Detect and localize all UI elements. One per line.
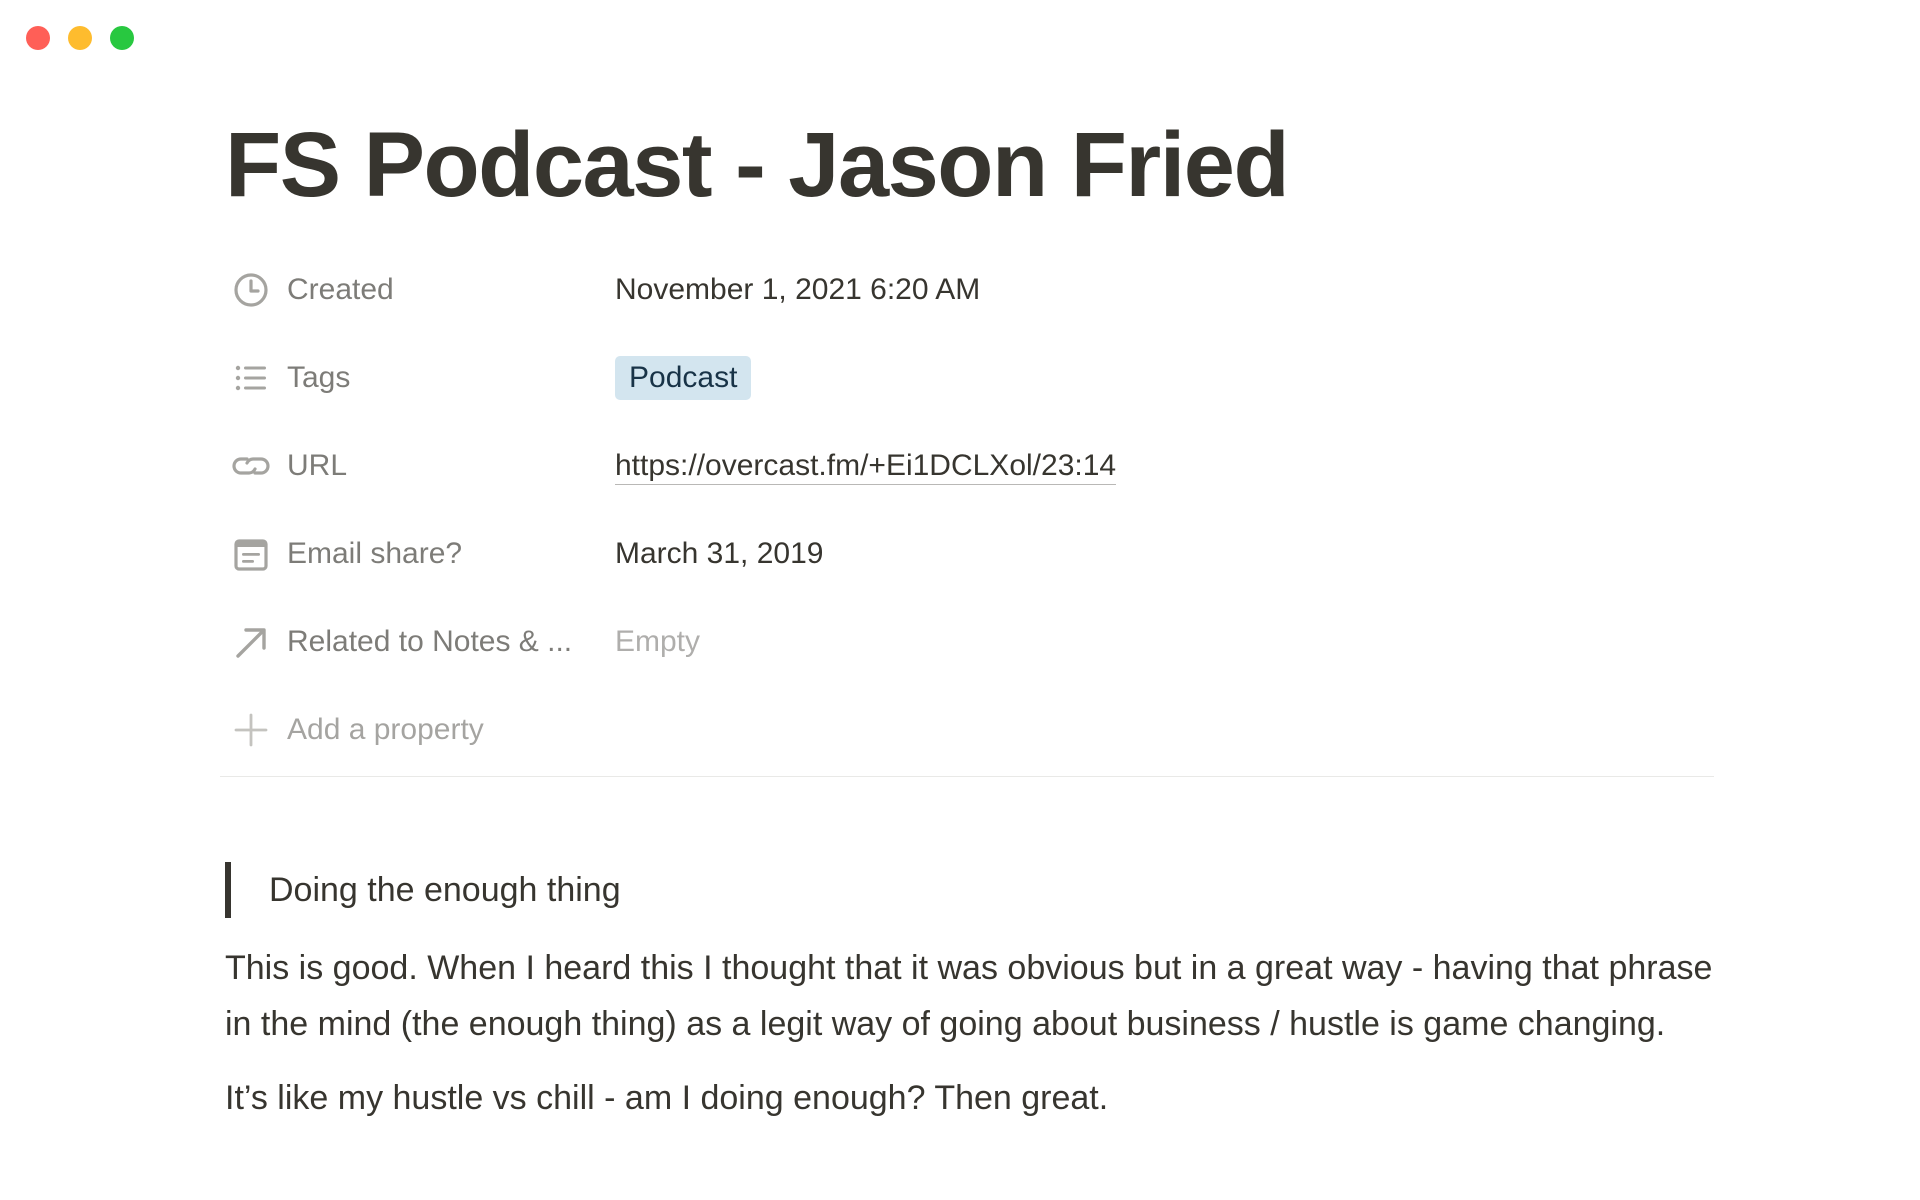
property-label: URL xyxy=(287,449,348,482)
paragraph-block[interactable]: This is good. When I heard this I though… xyxy=(225,940,1715,1052)
property-value-email-share[interactable]: March 31, 2019 xyxy=(615,537,823,571)
property-label: Created xyxy=(287,273,394,306)
property-value-created: November 1, 2021 6:20 AM xyxy=(615,273,981,306)
link-icon xyxy=(231,446,271,486)
tag-podcast[interactable]: Podcast xyxy=(615,356,752,400)
close-window-button[interactable] xyxy=(26,26,50,50)
window-controls xyxy=(26,26,134,50)
property-name-related[interactable]: Related to Notes & ... xyxy=(225,622,615,662)
add-property-button[interactable]: Add a property xyxy=(225,686,1725,774)
zoom-window-button[interactable] xyxy=(110,26,134,50)
property-tags: Tags Podcast xyxy=(225,334,1725,422)
notion-window: FS Podcast - Jason Fried Created Novembe… xyxy=(0,0,1920,1200)
properties-divider xyxy=(220,776,1714,777)
list-icon xyxy=(231,358,271,398)
arrow-up-right-icon xyxy=(231,622,271,662)
plus-icon xyxy=(231,710,271,750)
property-name-email-share[interactable]: Email share? xyxy=(225,534,615,574)
property-value-related[interactable]: Empty xyxy=(615,625,700,659)
clock-icon xyxy=(231,270,271,310)
page: FS Podcast - Jason Fried Created Novembe… xyxy=(225,110,1725,774)
property-name-created[interactable]: Created xyxy=(225,270,615,310)
property-related: Related to Notes & ... Empty xyxy=(225,598,1725,686)
page-title[interactable]: FS Podcast - Jason Fried xyxy=(225,110,1725,220)
property-label: Related to Notes & ... xyxy=(287,625,573,658)
property-created: Created November 1, 2021 6:20 AM xyxy=(225,246,1725,334)
calendar-icon xyxy=(231,534,271,574)
property-url: URL https://overcast.fm/+Ei1DCLXol/23:14 xyxy=(225,422,1725,510)
property-name-url[interactable]: URL xyxy=(225,446,615,486)
minimize-window-button[interactable] xyxy=(68,26,92,50)
property-email-share: Email share? March 31, 2019 xyxy=(225,510,1725,598)
add-property-label: Add a property xyxy=(287,713,484,746)
quote-block[interactable]: Doing the enough thing xyxy=(225,862,1715,918)
property-name-tags[interactable]: Tags xyxy=(225,358,615,398)
url-link[interactable]: https://overcast.fm/+Ei1DCLXol/23:14 xyxy=(615,449,1117,485)
property-label: Email share? xyxy=(287,537,463,570)
paragraph-block[interactable]: It’s like my hustle vs chill - am I doin… xyxy=(225,1070,1715,1126)
property-label: Tags xyxy=(287,361,351,394)
property-value-url[interactable]: https://overcast.fm/+Ei1DCLXol/23:14 xyxy=(615,449,1117,485)
page-content: Doing the enough thing This is good. Whe… xyxy=(225,862,1715,1144)
properties-panel: Created November 1, 2021 6:20 AM Tags Po… xyxy=(225,246,1725,774)
property-value-tags[interactable]: Podcast xyxy=(615,356,752,400)
